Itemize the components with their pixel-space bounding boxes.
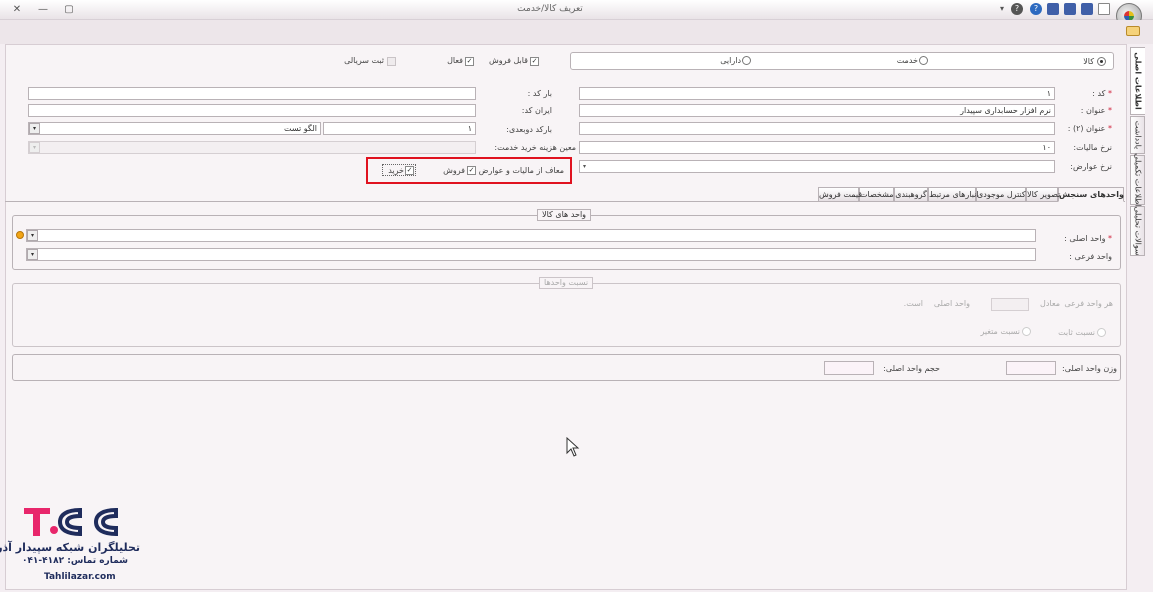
title-input[interactable]: نرم افزار حسابداری سپیدار: [579, 104, 1055, 117]
secondary-toolbar: [0, 20, 1153, 44]
cost-account-select[interactable]: [28, 141, 476, 154]
barcode2d-pattern-dropdown[interactable]: ▾: [29, 123, 40, 134]
weight-label: وزن واحد اصلی:: [1062, 364, 1117, 373]
ratio-variable-radio[interactable]: [1022, 327, 1031, 336]
weight-input[interactable]: [1006, 361, 1056, 375]
ratio-equals-label: معادل: [1040, 299, 1060, 308]
radio-service-label: خدمت: [896, 56, 918, 65]
tax-rate-input[interactable]: ۱۰: [579, 141, 1055, 154]
radio-asset-label: دارایی: [720, 56, 741, 65]
duty-rate-dropdown-icon[interactable]: ▾: [583, 163, 588, 170]
ratio-fixed-label: نسبت ثابت: [1058, 328, 1095, 337]
side-tab-extra-info[interactable]: اطلاعات تکمیلی: [1130, 153, 1145, 207]
duty-rate-input[interactable]: [579, 160, 1055, 173]
tab-inventory[interactable]: کنترل موجودی: [976, 187, 1026, 202]
save-close-icon[interactable]: [1081, 3, 1093, 15]
side-tab-analysis-questions[interactable]: سوالات تحلیلی: [1130, 206, 1145, 256]
title2-input[interactable]: [579, 122, 1055, 135]
ratio-is-label: است.: [903, 299, 923, 308]
barcode2d-pattern-select[interactable]: الگو تست: [28, 122, 321, 135]
warning-icon: [16, 231, 24, 239]
tab-specs[interactable]: مشخصات: [859, 187, 894, 202]
sellable-label: قابل فروش: [489, 56, 528, 65]
ratio-variable-label: نسبت متغیر: [980, 327, 1020, 336]
main-unit-dropdown[interactable]: ▾: [27, 230, 38, 241]
ratio-group: [12, 283, 1121, 347]
ratio-fixed-radio[interactable]: [1097, 328, 1106, 337]
side-tab-notes[interactable]: یادداشت: [1130, 116, 1145, 154]
units-group-title: واحد های کالا: [537, 209, 592, 221]
barcode-label: بار کد :: [527, 89, 552, 98]
tab-sale-price[interactable]: قیمت فروش: [818, 187, 862, 202]
barcode2d-input[interactable]: ۱: [323, 122, 476, 135]
highlight-box: [366, 157, 572, 184]
item-type-radio-group: [570, 52, 1114, 70]
volume-input[interactable]: [824, 361, 874, 375]
radio-asset[interactable]: [742, 56, 751, 65]
window-title: تعریف کالا/خدمت: [517, 4, 583, 14]
code-label: * کد :: [1092, 89, 1112, 98]
radio-goods[interactable]: [1097, 57, 1106, 66]
tab-grouping[interactable]: گروهبندی: [894, 187, 928, 202]
tab-units[interactable]: واحدهای سنجش: [1058, 187, 1124, 202]
new-document-icon[interactable]: [1098, 3, 1110, 15]
volume-label: حجم واحد اصلی:: [883, 364, 940, 373]
units-group: [12, 215, 1121, 270]
cost-account-dropdown[interactable]: ▾: [29, 142, 40, 153]
duty-rate-label: نرخ عوارض:: [1070, 162, 1112, 171]
irancode-input[interactable]: [28, 104, 476, 117]
barcode2d-label: بارکد دوبعدی:: [506, 125, 552, 134]
company-phone: شماره تماس: ۴۱۸۲-۰۴۱: [21, 556, 128, 566]
ratio-value-input[interactable]: [991, 298, 1029, 311]
sub-unit-label: واحد فرعی :: [1069, 252, 1112, 261]
code-input[interactable]: ۱: [579, 87, 1055, 100]
folder-icon[interactable]: [1126, 26, 1140, 36]
serial-checkbox[interactable]: [387, 57, 396, 66]
title2-label: * عنوان (۲) :: [1067, 124, 1112, 133]
radio-service[interactable]: [919, 56, 928, 65]
save-icon[interactable]: [1047, 3, 1059, 15]
help-icon[interactable]: ?: [1011, 3, 1023, 15]
ratio-main-unit-label: واحد اصلی: [933, 299, 970, 308]
main-unit-select[interactable]: [26, 229, 1036, 242]
company-logo-icon: [24, 507, 118, 537]
main-unit-label: * واحد اصلی :: [1064, 234, 1112, 243]
sub-unit-dropdown[interactable]: ▾: [27, 249, 38, 260]
tab-warehouses[interactable]: انبارهای مرتبط: [928, 187, 979, 202]
mouse-cursor-icon: [566, 437, 580, 457]
weight-volume-group: [12, 354, 1121, 381]
company-website: Tahlilazar.com: [44, 572, 116, 582]
cost-account-label: معین هزینه خرید خدمت:: [494, 143, 576, 152]
save-new-icon[interactable]: [1064, 3, 1076, 15]
radio-goods-label: کالا: [1083, 57, 1094, 66]
info-icon[interactable]: ?: [1030, 3, 1042, 15]
sellable-checkbox[interactable]: ✓: [530, 57, 539, 66]
company-name: تحلیلگران شبکه سپیدار آذر: [0, 541, 140, 554]
side-tab-main-info[interactable]: اطلاعات اصلی: [1130, 47, 1145, 115]
irancode-label: ایران کد:: [521, 106, 552, 115]
active-label: فعال: [447, 56, 463, 65]
dropdown-arrow-icon[interactable]: ▾: [996, 3, 1008, 15]
active-checkbox[interactable]: ✓: [465, 57, 474, 66]
title-label: * عنوان :: [1080, 106, 1112, 115]
barcode-input[interactable]: [28, 87, 476, 100]
ratio-group-title: نسبت واحدها: [539, 277, 594, 289]
serial-label: ثبت سریالی: [344, 56, 384, 65]
tax-rate-label: نرخ مالیات:: [1073, 143, 1112, 152]
tab-image[interactable]: تصویر کالا: [1026, 187, 1060, 202]
ratio-each-sub-label: هر واحد فرعی: [1064, 299, 1113, 308]
sub-unit-select[interactable]: [26, 248, 1036, 261]
